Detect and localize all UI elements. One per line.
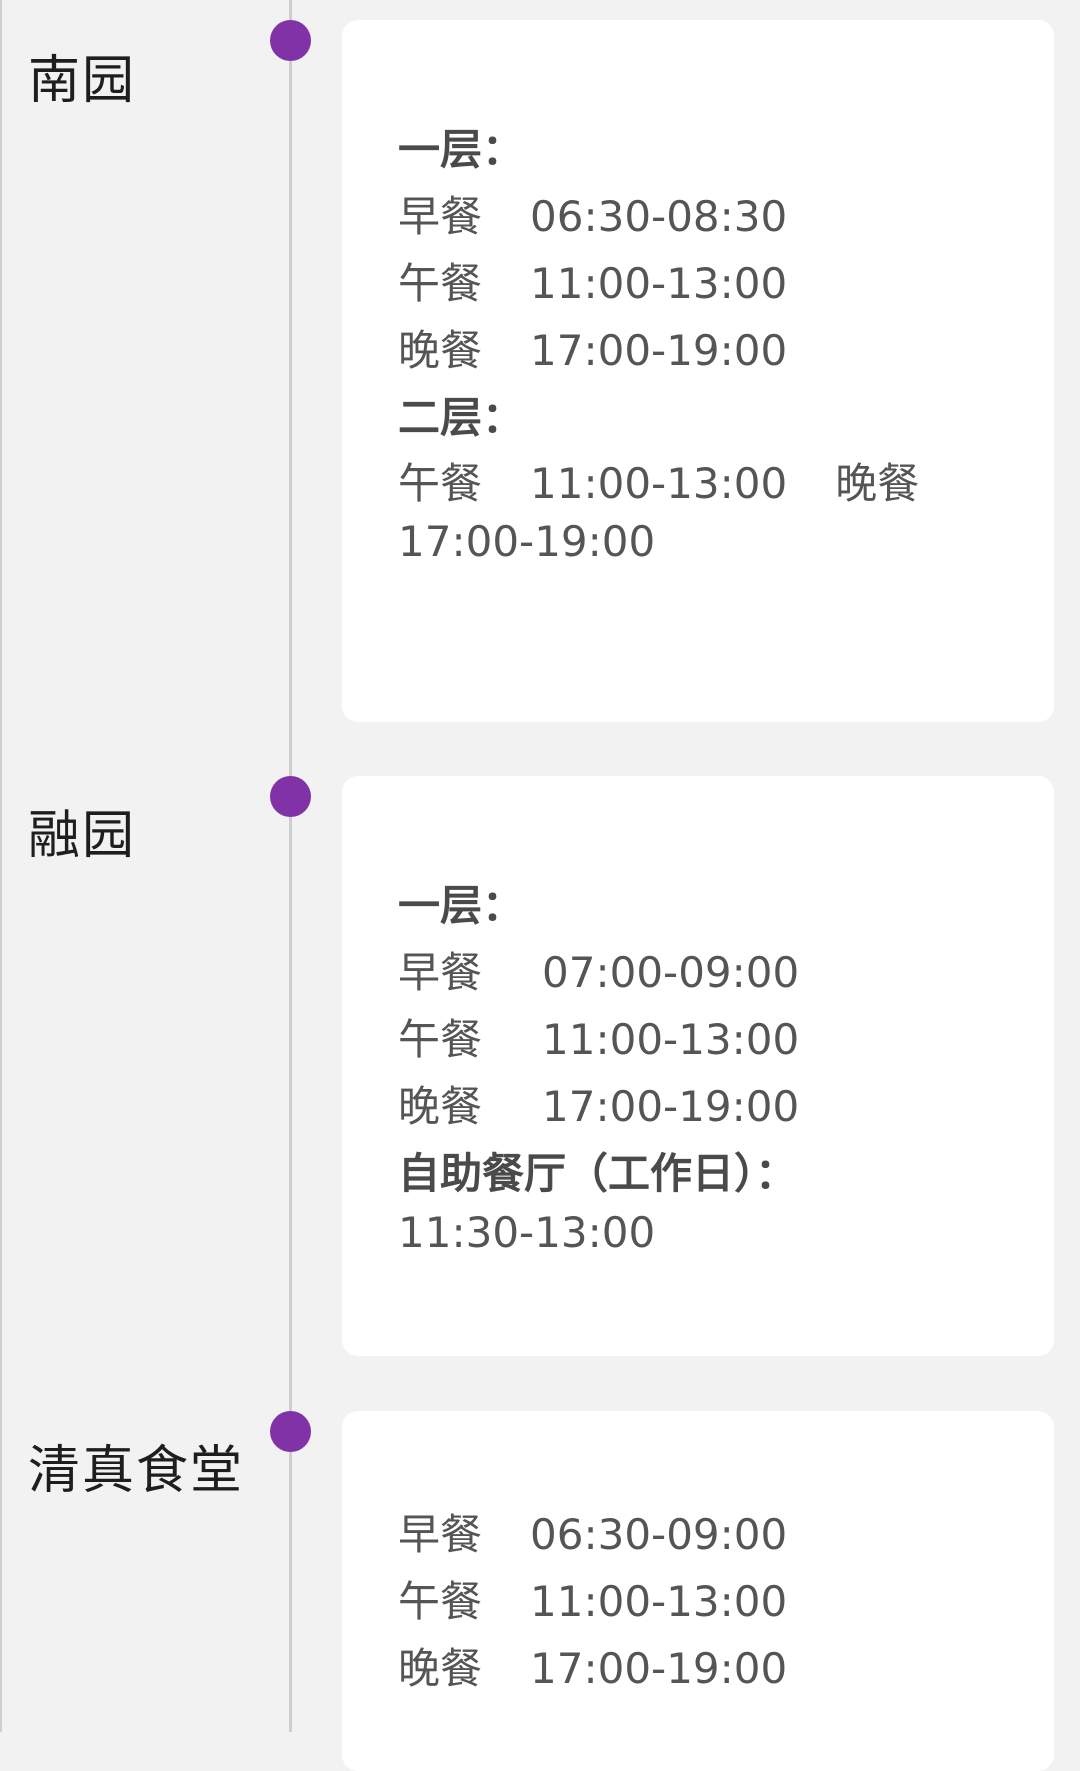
meal-time: 11:00-13:00 <box>530 459 788 508</box>
meal-label: 晚餐 <box>398 1644 483 1693</box>
meal-time: 11:00-13:00 <box>542 1015 800 1064</box>
meal-row: 早餐 06:30-08:30 <box>398 183 1014 250</box>
meal-time: 07:00-09:00 <box>542 948 800 997</box>
floor-heading: 一层： <box>398 125 525 174</box>
meal-time: 11:00-13:00 <box>530 1577 788 1626</box>
meal-label: 晚餐 <box>398 326 483 375</box>
timeline-dot <box>270 776 311 817</box>
meal-row: 午餐 11:00-13:00 晚餐 17:00-19:00 <box>398 455 1014 571</box>
buffet-heading: 自助餐厅（工作日）： <box>398 1149 798 1198</box>
meal-row: 晚餐 17:00-19:00 <box>398 1635 1014 1702</box>
buffet-time: 11:30-13:00 <box>398 1208 656 1257</box>
meal-time: 06:30-08:30 <box>530 192 788 241</box>
meal-row: 晚餐 17:00-19:00 <box>398 317 1014 384</box>
meal-label: 午餐 <box>398 1015 483 1064</box>
schedule-card: 早餐 06:30-09:00 午餐 11:00-13:00 晚餐 17:00-19:0… <box>342 1411 1054 1771</box>
timeline-line <box>289 0 292 1732</box>
meal-time: 17:00-19:00 <box>530 326 788 375</box>
meal-label: 早餐 <box>398 1510 483 1559</box>
section-title: 融园 <box>28 806 137 866</box>
meal-time: 11:00-13:00 <box>530 259 788 308</box>
meal-row: 午餐 11:00-13:00 <box>398 1006 1014 1073</box>
schedule-card: 一层： 早餐 06:30-08:30 午餐 11:00-13:00 晚餐 17:00-… <box>342 20 1054 722</box>
meal-time: 17:00-19:00 <box>542 1082 800 1131</box>
section-title: 南园 <box>28 51 137 111</box>
timeline-dot <box>270 1411 311 1452</box>
section-title: 清真食堂 <box>28 1441 245 1501</box>
timeline-dot <box>270 20 311 61</box>
floor-heading: 一层： <box>398 881 525 930</box>
meal-row: 午餐 11:00-13:00 <box>398 250 1014 317</box>
meal-row: 早餐 07:00-09:00 <box>398 939 1014 1006</box>
meal-label: 早餐 <box>398 192 483 241</box>
meal-row: 早餐 06:30-09:00 <box>398 1501 1014 1568</box>
meal-label: 午餐 <box>398 459 483 508</box>
meal-time: 17:00-19:00 <box>530 1644 788 1693</box>
meal-label: 晚餐 <box>398 1082 483 1131</box>
meal-time: 17:00-19:00 <box>398 517 656 566</box>
meal-label: 晚餐 <box>835 459 920 508</box>
floor-heading: 二层： <box>398 393 525 442</box>
meal-time: 06:30-09:00 <box>530 1510 788 1559</box>
meal-row: 晚餐 17:00-19:00 <box>398 1073 1014 1140</box>
left-edge-divider <box>0 0 2 1732</box>
meal-label: 早餐 <box>398 948 483 997</box>
meal-row: 午餐 11:00-13:00 <box>398 1568 1014 1635</box>
meal-label: 午餐 <box>398 1577 483 1626</box>
meal-label: 午餐 <box>398 259 483 308</box>
schedule-card: 一层： 早餐 07:00-09:00 午餐 11:00-13:00 晚餐 17:00-… <box>342 776 1054 1356</box>
